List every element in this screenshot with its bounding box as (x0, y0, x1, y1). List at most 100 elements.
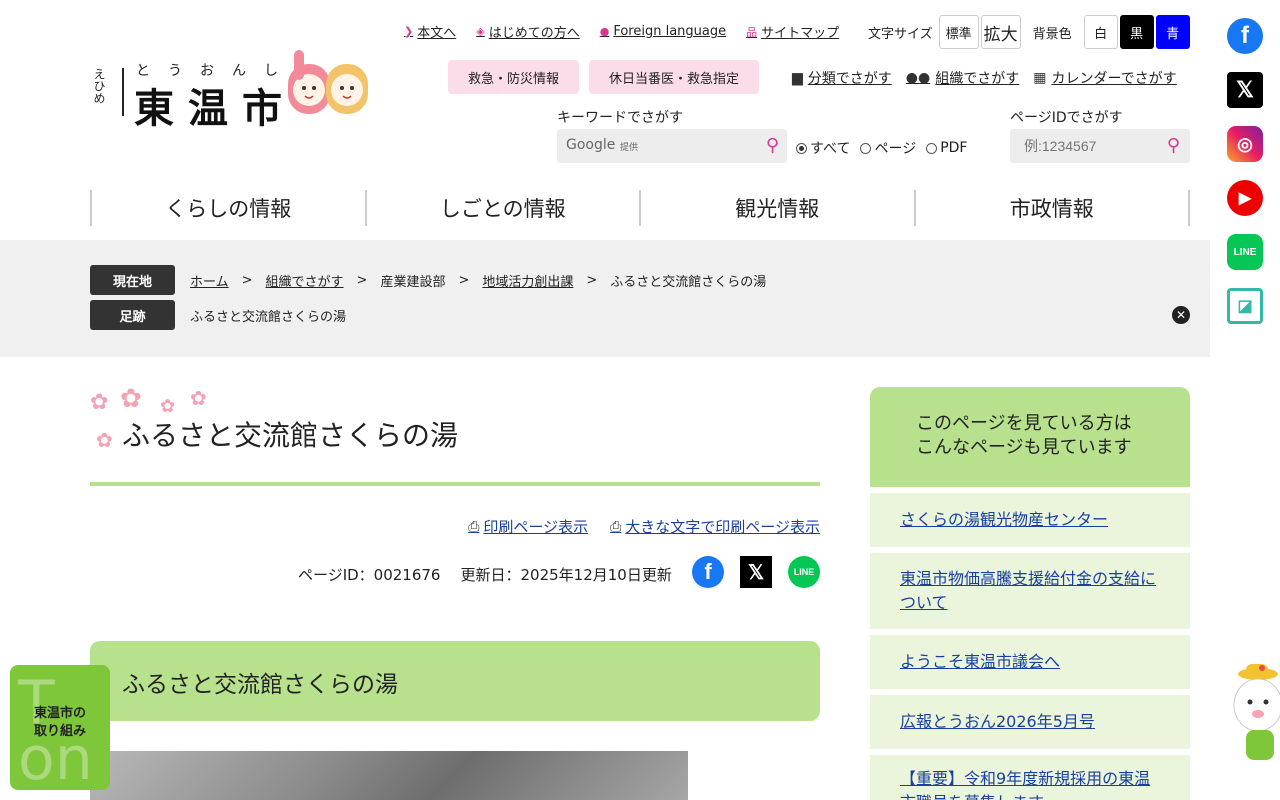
emergency-disaster-button[interactable]: 救急・防災情報 (448, 60, 580, 94)
related-page-link[interactable]: 【重要】令和9年度新規採用の東温市職員を募集します (900, 767, 1160, 800)
search-by-category-label: 分類でさがす (807, 71, 892, 87)
youtube-icon[interactable]: ▶ (1227, 180, 1263, 216)
print-large-page-link[interactable]: ⎙ 大きな文字で印刷ページ表示 (610, 516, 820, 537)
related-pages-heading: このページを見ている方は こんなページも見ています (916, 412, 1132, 460)
bg-blue-button[interactable]: 青 (1155, 15, 1190, 49)
bg-color-label: 背景色 (1032, 26, 1072, 42)
global-nav: くらしの情報 しごとの情報 観光情報 市政情報 (90, 190, 1190, 226)
scope-all-option[interactable]: すべて (796, 138, 850, 158)
search-by-calendar-link[interactable]: ▦ カレンダーでさがす (1033, 68, 1176, 88)
page-id: ページID：0021676 (298, 566, 441, 584)
first-time-label: はじめての方へ (488, 26, 580, 41)
share-facebook-icon[interactable]: f (692, 556, 724, 588)
facebook-icon[interactable]: f (1227, 18, 1263, 54)
font-size-standard-button[interactable]: 標準 (938, 15, 979, 49)
related-page-link[interactable]: 東温市物価高騰支援給付金の支給について (900, 567, 1160, 615)
history-item: ふるさと交流館さくらの湯 (190, 309, 347, 325)
first-time-link[interactable]: ◈ はじめての方へ (476, 22, 579, 41)
banner-line1: 東温市の (33, 706, 86, 721)
breadcrumb-current-page: ふるさと交流館さくらの湯 (610, 274, 767, 290)
bg-white-button[interactable]: 白 (1083, 15, 1118, 49)
page-id-search-label: ページIDでさがす (1010, 110, 1123, 126)
search-icon[interactable]: ⚲ (1167, 135, 1180, 156)
font-size-label: 文字サイズ (868, 26, 933, 42)
scope-pdf-option[interactable]: PDF (926, 138, 967, 158)
foreign-language-label: Foreign language (613, 24, 727, 39)
skip-to-content-label: 本文へ (417, 26, 457, 41)
search-by-links: ▆ 分類でさがす ●● 組織でさがす ▦ カレンダーでさがす (792, 68, 1177, 88)
breadcrumb-current-tag: 現在地 (90, 265, 175, 295)
print-large-page-label: 大きな文字で印刷ページ表示 (625, 518, 820, 536)
related-page-item: ようこそ東温市議会へ (870, 635, 1190, 689)
font-size-large-button[interactable]: 拡大 (980, 15, 1021, 49)
scope-page-option[interactable]: ページ (860, 138, 916, 158)
search-icon[interactable]: ⚲ (766, 135, 779, 156)
calendar-icon: ▦ (1033, 70, 1047, 86)
keyword-search-input[interactable] (647, 135, 747, 157)
city-initiatives-label: 東温市の 取り組み (10, 705, 110, 741)
page-id-search-box: ⚲ (1010, 129, 1190, 163)
related-page-item: 広報とうおん2026年5月号 (870, 695, 1190, 749)
related-heading-line2: こんなページも見ています (916, 437, 1132, 458)
nav-living[interactable]: くらしの情報 (92, 190, 367, 226)
radio-icon (860, 142, 872, 154)
breadcrumb-band (0, 240, 1210, 357)
nav-city-admin[interactable]: 市政情報 (916, 190, 1190, 226)
google-logo: Google (566, 137, 616, 153)
line-icon[interactable]: LINE (1227, 234, 1263, 270)
related-page-link[interactable]: 広報とうおん2026年5月号 (900, 710, 1095, 734)
scope-page-label: ページ (874, 141, 917, 157)
holiday-doctor-button[interactable]: 休日当番医・救急指定 (589, 60, 760, 94)
nav-work[interactable]: しごとの情報 (367, 190, 641, 226)
breadcrumb-home[interactable]: ホーム (190, 271, 229, 290)
globe-icon: ● (599, 25, 610, 38)
printer-icon: ⎙ (468, 518, 480, 535)
history-tag: 足跡 (90, 300, 175, 330)
share-x-icon[interactable]: 𝕏 (740, 556, 772, 588)
display-settings: 文字サイズ 標準 拡大 背景色 白 黒 青 (868, 15, 1190, 49)
share-buttons: f 𝕏 LINE (692, 556, 820, 588)
section-heading-block: ふるさと交流館さくらの湯 (90, 641, 820, 721)
related-page-link[interactable]: ようこそ東温市議会へ (900, 650, 1060, 674)
keyword-search-box: Google 提供 ⚲ (557, 129, 787, 163)
close-icon[interactable]: ✕ (1172, 306, 1190, 324)
banner-line2: 取り組み (33, 724, 86, 739)
search-scope-radios: すべて ページ PDF (796, 138, 967, 158)
breadcrumb-organization[interactable]: 組織でさがす (266, 271, 344, 290)
related-page-link[interactable]: さくらの湯観光物産センター (900, 508, 1108, 532)
sitemap-link[interactable]: 品サイトマップ (746, 22, 839, 42)
breadcrumb: 現在地 ホーム > 組織でさがす > 産業建設部 > 地域活力創出課 > ふるさ… (90, 265, 766, 295)
skip-to-content-link[interactable]: ❯ 本文へ (404, 22, 456, 41)
logo-name: 東温市 (134, 85, 296, 132)
print-page-link[interactable]: ⎙ 印刷ページ表示 (468, 516, 588, 537)
page-title: ふるさと交流館さくらの湯 (122, 419, 459, 452)
city-initiatives-banner[interactable]: Ton 東温市の 取り組み (10, 665, 110, 790)
mascot-character-icon[interactable] (1228, 660, 1280, 770)
share-line-icon[interactable]: LINE (788, 556, 820, 588)
foreign-language-link[interactable]: ● Foreign language (600, 24, 726, 39)
nav-tourism[interactable]: 観光情報 (641, 190, 916, 226)
bg-black-button[interactable]: 黒 (1119, 15, 1154, 49)
site-logo[interactable]: えひめ とうおんし 東温市 (90, 50, 380, 132)
search-by-category-link[interactable]: ▆ 分類でさがす (792, 68, 892, 88)
page-id-input[interactable] (1024, 135, 1144, 157)
radio-icon (926, 142, 938, 154)
breadcrumb-department: 産業建設部 (380, 274, 446, 290)
search-by-calendar-label: カレンダーでさがす (1051, 71, 1177, 87)
x-icon[interactable]: 𝕏 (1227, 72, 1263, 108)
print-links: ⎙ 印刷ページ表示 ⎙ 大きな文字で印刷ページ表示 (468, 516, 820, 537)
instagram-icon[interactable]: ◎ (1227, 126, 1263, 162)
updated-date: 更新日：2025年12月10日更新 (460, 566, 672, 584)
breadcrumb-division[interactable]: 地域活力創出課 (482, 271, 573, 290)
beginner-mark-icon: ◈ (476, 25, 485, 38)
page-title-block: ✿ ✿ ✿ ✿ ✿ ふるさと交流館さくらの湯 (90, 384, 820, 486)
related-page-item: さくらの湯観光物産センター (870, 493, 1190, 547)
search-by-organization-link[interactable]: ●● 組織でさがす (906, 68, 1019, 88)
related-page-item: 【重要】令和9年度新規採用の東温市職員を募集します (870, 755, 1190, 800)
search-by-organization-label: 組織でさがす (935, 71, 1020, 87)
scope-all-label: すべて (810, 141, 851, 157)
logo-divider (122, 68, 124, 116)
people-icon: ●● (905, 70, 931, 86)
note-icon[interactable]: ◪ (1227, 288, 1263, 324)
sakura-deco-icon: ✿ (90, 390, 109, 415)
